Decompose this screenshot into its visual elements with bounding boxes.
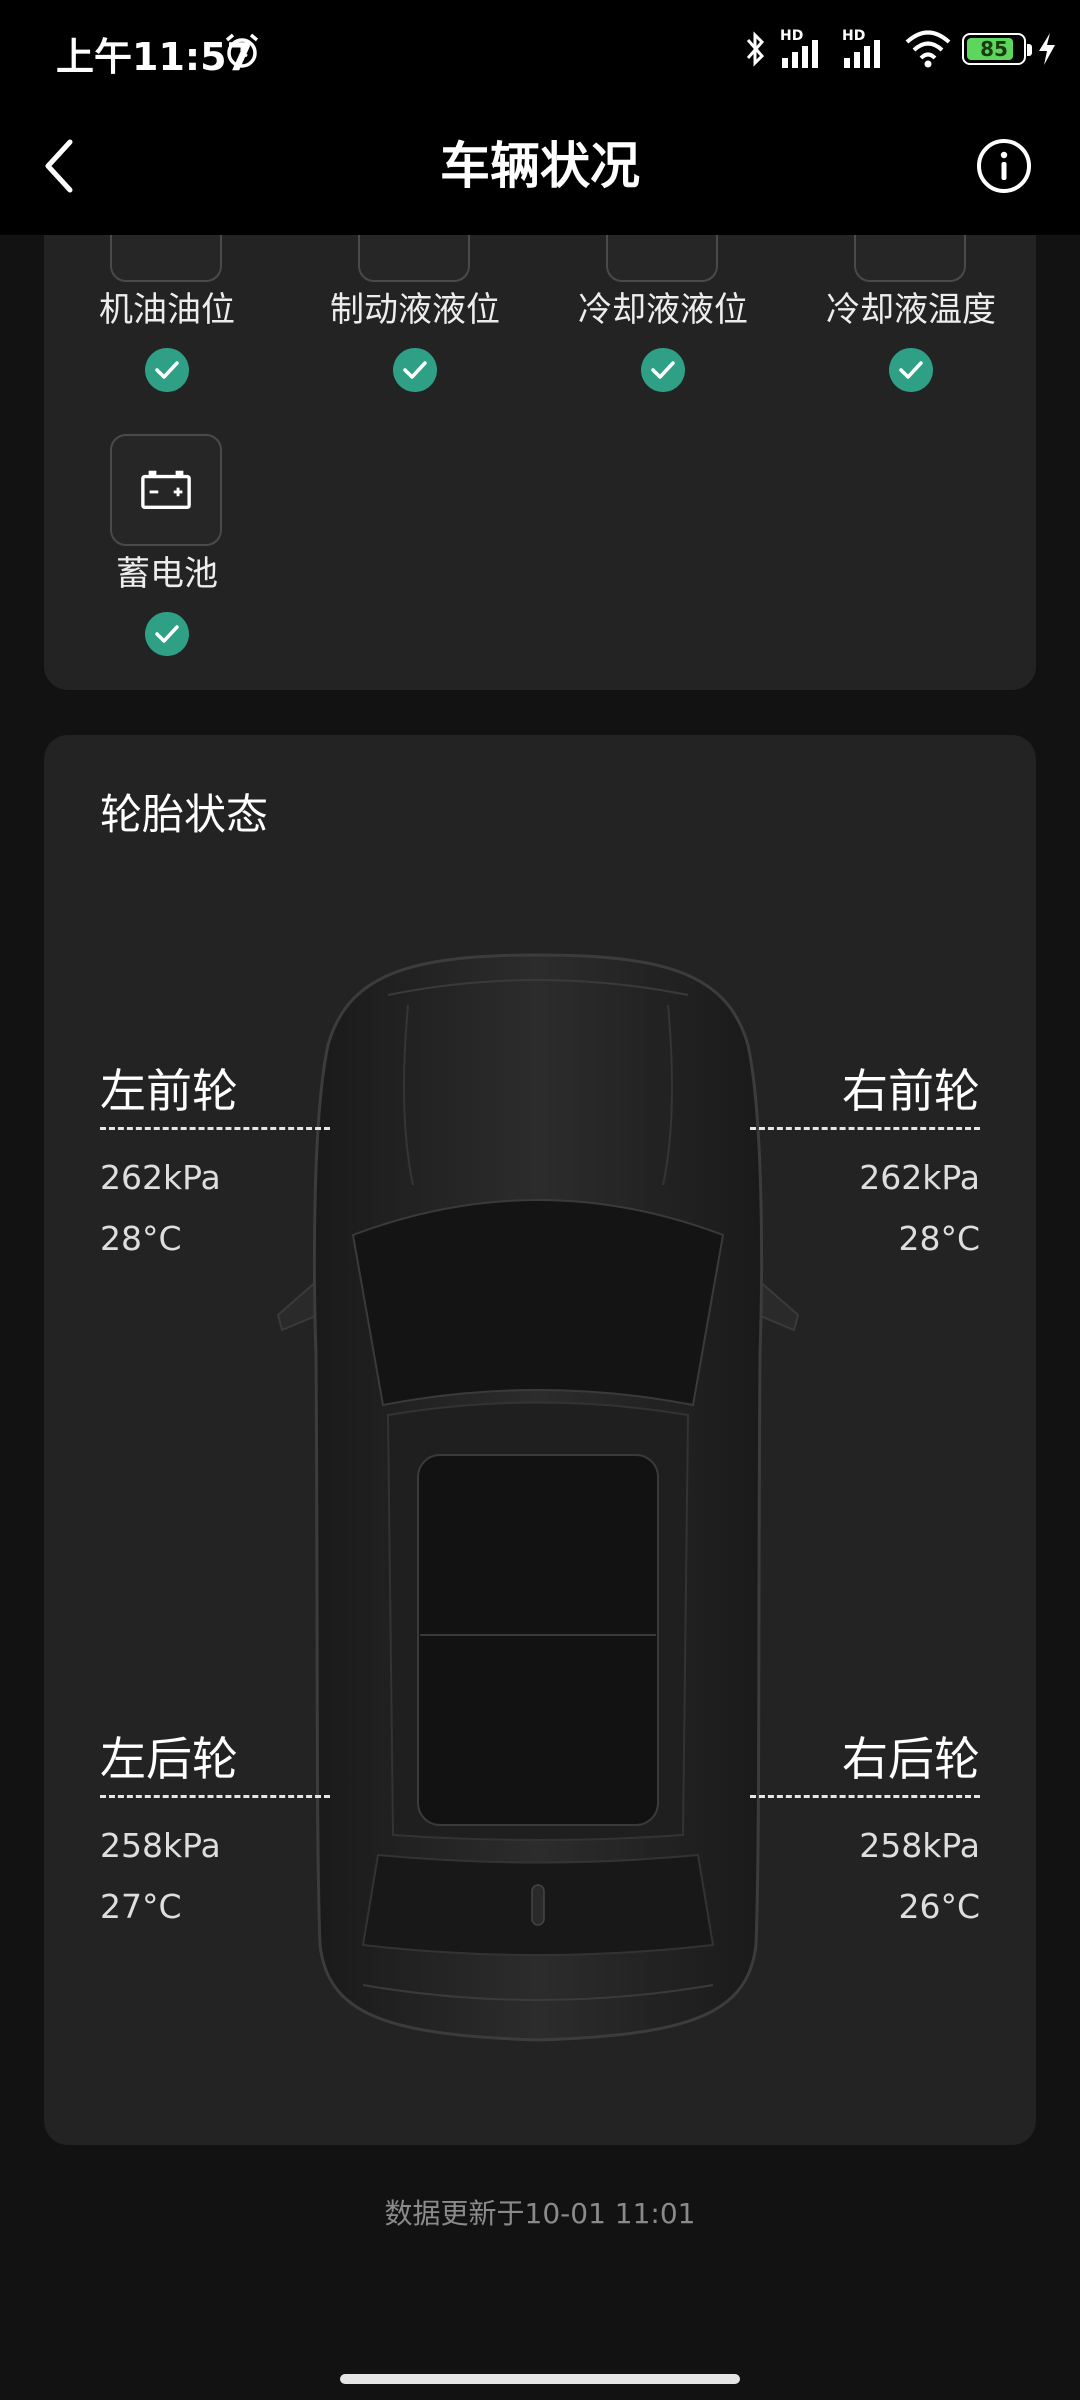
tire-label: 右前轮 — [842, 1064, 980, 1118]
tire-pressure: 258kPa — [100, 1826, 221, 1865]
car-top-view-image — [276, 953, 800, 2042]
car-battery-icon-box — [110, 434, 222, 546]
status-bar: 上午11:57 HD HD 85 — [0, 0, 1080, 100]
tire-rear-left: 左后轮 258kPa 27°C — [100, 1723, 330, 1926]
charging-bolt-icon — [1039, 33, 1055, 65]
fluid-label: 机油油位 — [99, 290, 235, 330]
tire-temperature: 27°C — [100, 1887, 182, 1926]
fluid-item-battery[interactable]: 蓄电池 — [67, 434, 267, 674]
data-update-time: 数据更新于10-01 11:01 — [384, 2197, 696, 2230]
tire-temperature: 28°C — [100, 1219, 182, 1258]
info-icon[interactable] — [964, 126, 1044, 206]
wifi-icon — [905, 30, 951, 68]
fluid-label: 冷却液液位 — [578, 290, 748, 330]
divider — [750, 1127, 980, 1130]
fluid-item-brake-fluid-level[interactable]: 制动液液位 — [315, 235, 515, 510]
check-icon — [641, 348, 685, 392]
fluid-status-card: 机油油位 制动液液位 冷却液液位 冷却液温度 蓄电池 — [44, 235, 1036, 690]
coolant-level-icon — [606, 235, 718, 282]
tire-status-card: 轮胎状态 左前轮 262kPa 28°C 右前轮 262kPa 28°C 左后轮… — [44, 735, 1036, 2145]
page-title: 车辆状况 — [440, 137, 640, 195]
battery-icon: 85 — [962, 33, 1032, 65]
tire-temperature: 26°C — [898, 1887, 980, 1926]
coolant-temperature-icon — [854, 235, 966, 282]
tire-section-title: 轮胎状态 — [100, 790, 269, 839]
app-header: 车辆状况 — [0, 100, 1080, 235]
status-icons: HD HD 85 — [742, 24, 1058, 74]
tire-label: 左后轮 — [100, 1732, 238, 1786]
divider — [750, 1795, 980, 1798]
fluid-label: 冷却液温度 — [826, 290, 996, 330]
alarm-icon — [225, 33, 259, 68]
brake-fluid-icon — [358, 235, 470, 282]
fluid-item-coolant-temperature[interactable]: 冷却液温度 — [811, 235, 1011, 510]
home-indicator[interactable] — [340, 2374, 740, 2384]
fluid-label: 制动液液位 — [330, 290, 500, 330]
cellular-signal-1-icon: HD — [780, 28, 832, 70]
divider — [100, 1127, 330, 1130]
check-icon — [145, 348, 189, 392]
tire-pressure: 262kPa — [100, 1158, 221, 1197]
oil-level-icon — [110, 235, 222, 282]
tire-rear-right: 右后轮 258kPa 26°C — [750, 1723, 980, 1926]
tire-label: 右后轮 — [842, 1732, 980, 1786]
bluetooth-icon — [746, 31, 765, 67]
tire-front-left: 左前轮 262kPa 28°C — [100, 1055, 330, 1258]
tire-front-right: 右前轮 262kPa 28°C — [750, 1055, 980, 1258]
check-icon — [145, 612, 189, 656]
tire-label: 左前轮 — [100, 1064, 238, 1118]
battery-level: 85 — [980, 37, 1008, 61]
tire-temperature: 28°C — [898, 1219, 980, 1258]
check-icon — [393, 348, 437, 392]
tire-pressure: 258kPa — [859, 1826, 980, 1865]
fluid-label: 蓄电池 — [116, 554, 218, 594]
divider — [100, 1795, 330, 1798]
fluid-item-coolant-level[interactable]: 冷却液液位 — [563, 235, 763, 510]
check-icon — [889, 348, 933, 392]
tire-pressure: 262kPa — [859, 1158, 980, 1197]
car-battery-icon — [141, 470, 191, 510]
cellular-signal-2-icon: HD — [842, 28, 894, 70]
